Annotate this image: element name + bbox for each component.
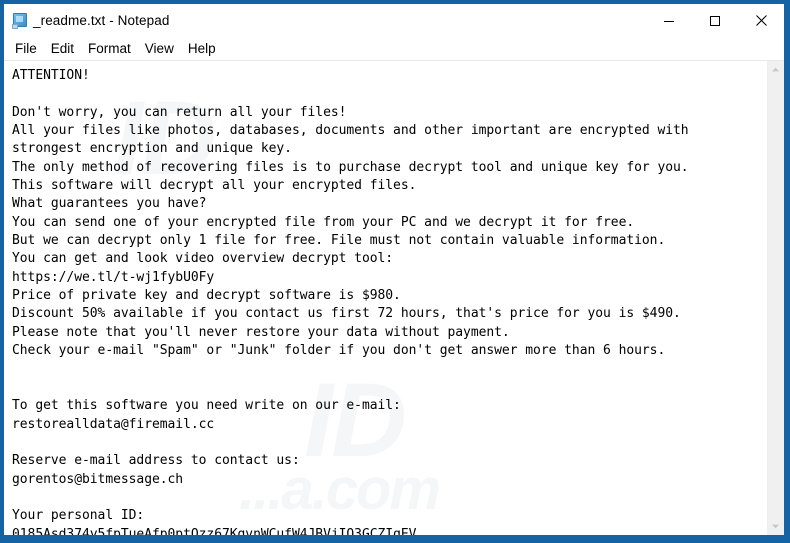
scroll-up-icon	[772, 67, 779, 72]
close-icon	[755, 15, 767, 26]
scrollbar-track[interactable]	[767, 78, 784, 518]
close-button[interactable]	[738, 4, 784, 37]
minimize-icon	[664, 20, 674, 22]
scroll-down-icon	[772, 524, 779, 529]
menu-item-help[interactable]: Help	[181, 40, 223, 58]
menu-item-view[interactable]: View	[138, 40, 181, 58]
maximize-button[interactable]	[692, 4, 738, 37]
notepad-window: _readme.txt - Notepad File Edit Format V…	[0, 0, 790, 543]
window-controls	[646, 4, 784, 37]
window-client-area: _readme.txt - Notepad File Edit Format V…	[4, 4, 784, 535]
editor-area: ID ID ...a.com ATTENTION! Don't worry, y…	[4, 61, 784, 535]
menu-item-edit[interactable]: Edit	[44, 40, 81, 58]
document-text[interactable]: ATTENTION! Don't worry, you can return a…	[4, 61, 766, 535]
menu-item-format[interactable]: Format	[81, 40, 138, 58]
scroll-up-button[interactable]	[767, 61, 784, 78]
scroll-down-button[interactable]	[767, 518, 784, 535]
minimize-button[interactable]	[646, 4, 692, 37]
menu-item-file[interactable]: File	[13, 40, 44, 58]
title-bar[interactable]: _readme.txt - Notepad	[4, 4, 784, 37]
notepad-document-icon	[12, 12, 29, 29]
menu-bar: File Edit Format View Help	[4, 37, 784, 61]
vertical-scrollbar[interactable]	[766, 61, 784, 535]
window-title: _readme.txt - Notepad	[33, 13, 170, 28]
maximize-icon	[710, 15, 720, 26]
